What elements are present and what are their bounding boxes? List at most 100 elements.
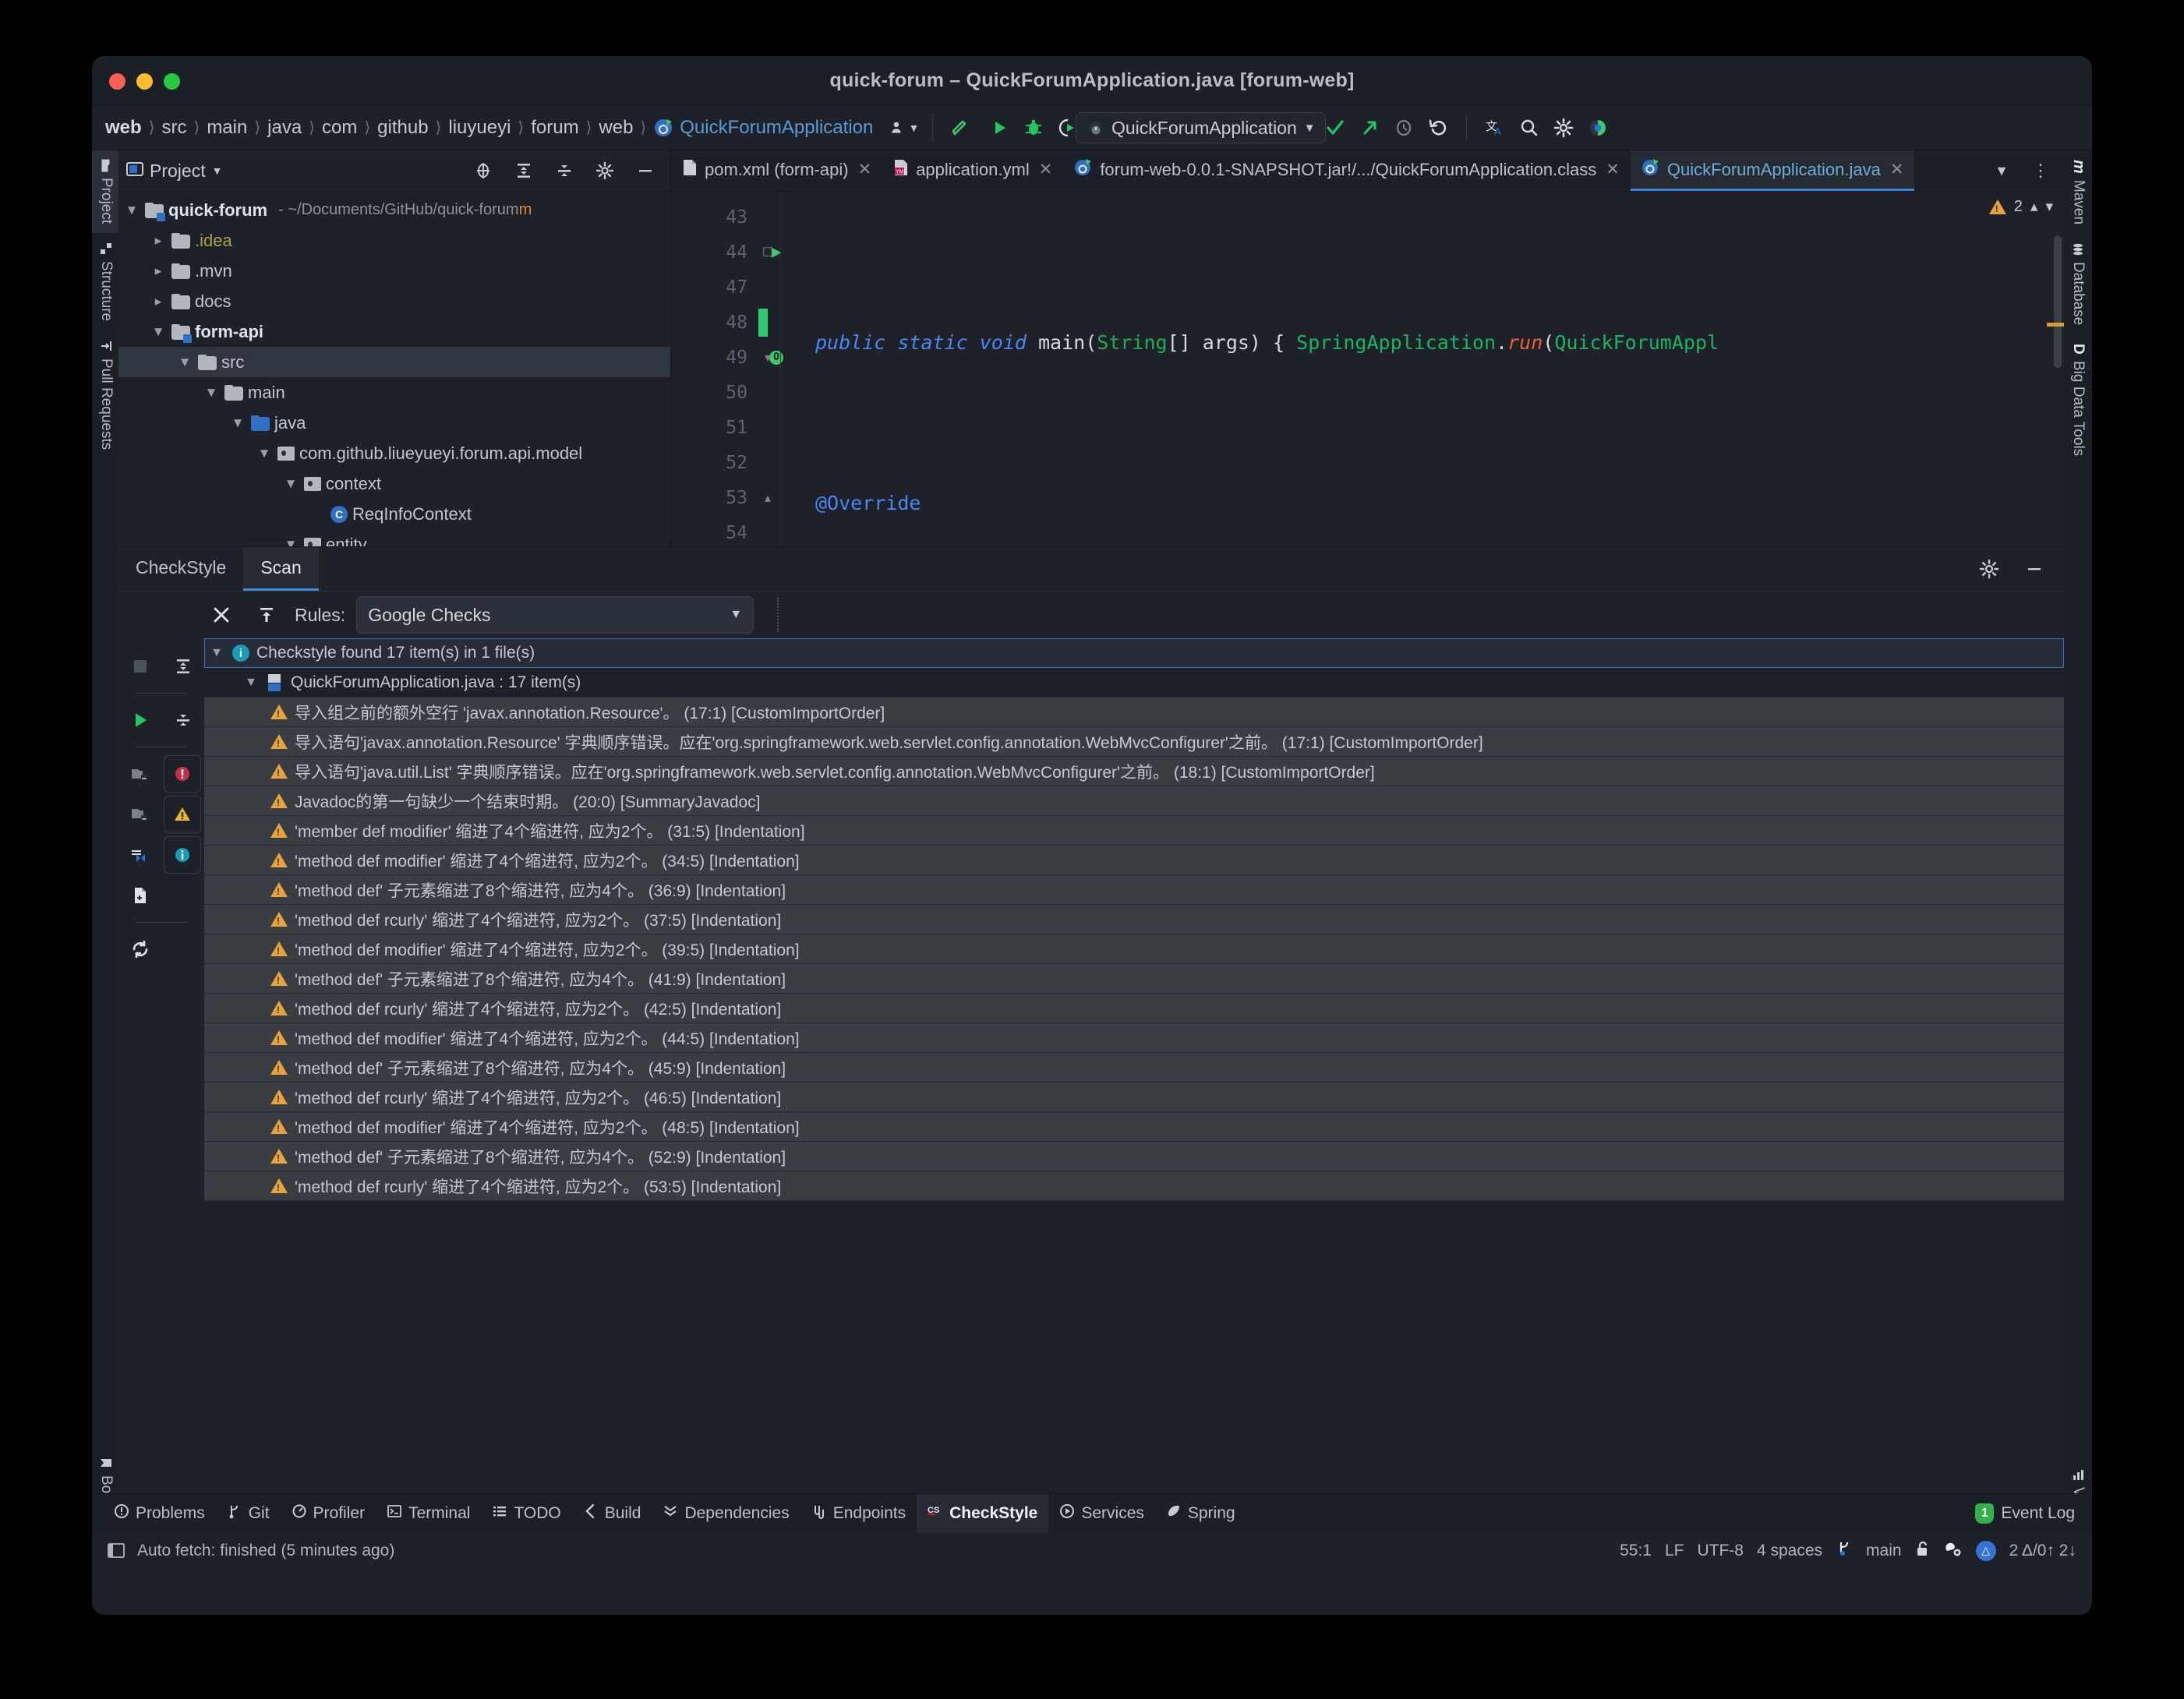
chevron-expanded-icon[interactable]: ▼ <box>229 415 246 431</box>
chevron-expanded-icon[interactable]: ▼ <box>150 324 167 340</box>
run-scan-icon[interactable] <box>122 702 158 738</box>
event-log-label[interactable]: Event Log <box>2001 1504 2075 1523</box>
tree-row[interactable]: ▼ context <box>118 468 670 499</box>
tree-row[interactable]: ▼ quick-forum - ~/Documents/GitHub/quick… <box>118 195 670 225</box>
collapse-all-icon[interactable] <box>550 156 579 185</box>
tab-checkstyle[interactable]: CheckStyle <box>118 547 243 591</box>
tool-window-problems[interactable]: Problems <box>103 1494 216 1533</box>
breadcrumb-item-8[interactable]: web <box>596 117 635 139</box>
caret-position[interactable]: 55:1 <box>1620 1542 1652 1560</box>
git-history-icon[interactable] <box>1389 113 1419 143</box>
result-issue-row[interactable]: 'method def modifier' 缩进了4个缩进符, 应为2个。 (4… <box>204 1023 2064 1053</box>
checkstyle-results-list[interactable]: ▼ i Checkstyle found 17 item(s) in 1 fil… <box>204 638 2064 1577</box>
editor-warning-indicator[interactable]: 2 ▴ ▾ <box>1988 198 2053 216</box>
tree-row[interactable]: ▼ src <box>118 347 670 377</box>
gear-icon[interactable] <box>590 156 620 185</box>
expand-all-icon[interactable] <box>509 156 539 185</box>
result-issue-row[interactable]: 'method def' 子元素缩进了8个缩进符, 应为4个。 (45:9) [… <box>204 1053 2064 1083</box>
result-issue-row[interactable]: Javadoc的第一句缺少一个结束时期。 (20:0) [SummaryJava… <box>204 786 2064 816</box>
breadcrumb-item-5[interactable]: github <box>375 117 430 139</box>
chevron-expanded-icon[interactable]: ▼ <box>123 203 140 218</box>
tree-row[interactable]: ▸ C ReqInfoContext <box>118 499 670 529</box>
scan-upload-icon[interactable] <box>252 600 281 630</box>
result-issue-row[interactable]: 导入语句'javax.annotation.Resource' 字典顺序错误。应… <box>204 727 2064 757</box>
code-editor[interactable]: 43 44 ▶ 47 48 49 O 50 51 52 53 54 ☐ ▾ ▴ … <box>671 192 2064 547</box>
chevron-expanded-icon[interactable]: ▼ <box>282 476 299 492</box>
tree-row[interactable]: ▸ .idea <box>118 225 670 256</box>
next-warning-icon[interactable]: ▾ <box>2045 198 2053 216</box>
lock-open-icon[interactable] <box>1915 1540 1931 1562</box>
rules-select[interactable]: Google Checks ▼ <box>356 596 755 634</box>
info-filter-icon[interactable] <box>164 836 201 874</box>
chevron-expanded-icon[interactable]: ▼ <box>203 385 220 401</box>
sidebar-item-database[interactable]: Database <box>2064 234 2092 334</box>
git-push-icon[interactable] <box>1355 113 1384 143</box>
tool-window-todo[interactable]: TODO <box>481 1494 571 1533</box>
tree-row[interactable]: ▸ .mvn <box>118 256 670 286</box>
chevron-collapsed-icon[interactable]: ▸ <box>150 294 167 309</box>
stop-icon[interactable] <box>122 648 158 684</box>
expand-all-icon[interactable] <box>165 648 201 684</box>
line-separator[interactable]: LF <box>1665 1542 1684 1560</box>
result-issue-row[interactable]: 'method def modifier' 缩进了4个缩进符, 应为2个。 (3… <box>204 846 2064 875</box>
indent-setting[interactable]: 4 spaces <box>1757 1542 1822 1560</box>
sidebar-item-big-data-tools[interactable]: D Big Data Tools <box>2064 334 2092 465</box>
toolbar-drag-handle[interactable] <box>777 598 780 632</box>
scan-module-icon[interactable] <box>122 756 157 792</box>
editor-scrollbar[interactable] <box>2054 235 2062 368</box>
gear-icon[interactable] <box>1974 554 2004 584</box>
tool-window-git[interactable]: Git <box>216 1494 281 1533</box>
close-icon[interactable] <box>207 600 236 630</box>
tab-scan[interactable]: Scan <box>243 547 319 591</box>
refresh-icon[interactable] <box>122 931 158 967</box>
result-file-row[interactable]: ▼ QuickForumApplication.java : 17 item(s… <box>204 668 2064 698</box>
chevron-down-icon[interactable]: ▼ <box>1987 156 2016 185</box>
translate-icon[interactable]: 文A <box>1480 113 1510 143</box>
file-encoding[interactable]: UTF-8 <box>1697 1542 1744 1560</box>
run-icon[interactable] <box>984 113 1014 143</box>
tool-window-spring[interactable]: Spring <box>1155 1494 1246 1533</box>
breadcrumb-item-2[interactable]: main <box>204 117 249 139</box>
profile-icon[interactable]: ▼ <box>889 113 919 143</box>
tree-row[interactable]: ▼ form-api <box>118 316 670 347</box>
editor-tab-application-yml[interactable]: YML application.yml ✕ <box>882 150 1063 191</box>
result-root-row[interactable]: ▼ i Checkstyle found 17 item(s) in 1 fil… <box>204 638 2064 668</box>
editor-tab-snapshot-class[interactable]: forum-web-0.0.1-SNAPSHOT.jar!/.../QuickF… <box>1063 150 1631 191</box>
result-issue-row[interactable]: 'method def rcurly' 缩进了4个缩进符, 应为2个。 (53:… <box>204 1171 2064 1201</box>
result-issue-row[interactable]: 导入语句'java.util.List' 字典顺序错误。应在'org.sprin… <box>204 757 2064 786</box>
breadcrumb-item-7[interactable]: forum <box>528 117 581 139</box>
search-icon[interactable] <box>1514 113 1544 143</box>
tool-window-dependencies[interactable]: Dependencies <box>652 1494 800 1533</box>
git-status-icon[interactable]: △ <box>1975 1540 1996 1561</box>
editor-warning-mark[interactable] <box>2047 323 2064 327</box>
sidebar-item-pull-requests[interactable]: Pull Requests <box>92 330 120 459</box>
breadcrumb-item-1[interactable]: src <box>160 117 189 139</box>
result-issue-row[interactable]: 'method def rcurly' 缩进了4个缩进符, 应为2个。 (46:… <box>204 1083 2064 1112</box>
collapse-all-icon[interactable] <box>165 702 201 738</box>
branch-name[interactable]: main <box>1866 1542 1902 1560</box>
chevron-collapsed-icon[interactable]: ▸ <box>150 263 167 279</box>
gear-icon[interactable] <box>1549 113 1578 143</box>
result-issue-row[interactable]: 'method def' 子元素缩进了8个缩进符, 应为4个。 (36:9) [… <box>204 875 2064 905</box>
breadcrumb-item-4[interactable]: com <box>320 117 359 139</box>
result-issue-row[interactable]: 'method def' 子元素缩进了8个缩进符, 应为4个。 (41:9) [… <box>204 964 2064 994</box>
fold-expand-icon[interactable]: ☐ <box>755 235 780 270</box>
hammer-icon[interactable] <box>946 113 976 143</box>
chevron-down-icon[interactable]: ▼ <box>212 164 223 177</box>
prev-warning-icon[interactable]: ▴ <box>2030 198 2038 216</box>
chevron-expanded-icon[interactable]: ▼ <box>208 646 225 660</box>
account-icon[interactable] <box>1583 113 1613 143</box>
result-issue-row[interactable]: 'method def' 子元素缩进了8个缩进符, 应为4个。 (52:9) [… <box>204 1142 2064 1171</box>
more-options-icon[interactable]: ⋮ <box>2026 156 2055 185</box>
minimize-icon[interactable] <box>631 156 660 185</box>
run-configuration-selector[interactable]: QuickForumApplication ▼ <box>1076 112 1326 143</box>
result-issue-row[interactable]: 'method def rcurly' 缩进了4个缩进符, 应为2个。 (37:… <box>204 905 2064 934</box>
tool-window-terminal[interactable]: Terminal <box>376 1494 481 1533</box>
tool-window-checkstyle[interactable]: CS CheckStyle <box>917 1494 1049 1533</box>
scan-changes-icon[interactable] <box>122 837 157 873</box>
chevron-expanded-icon[interactable]: ▼ <box>176 355 193 370</box>
fold-collapse-icon[interactable]: ▾ <box>755 340 780 375</box>
close-icon[interactable]: ✕ <box>1039 160 1053 179</box>
breadcrumb-item-0[interactable]: web <box>103 117 144 139</box>
tool-window-services[interactable]: Services <box>1048 1494 1155 1533</box>
